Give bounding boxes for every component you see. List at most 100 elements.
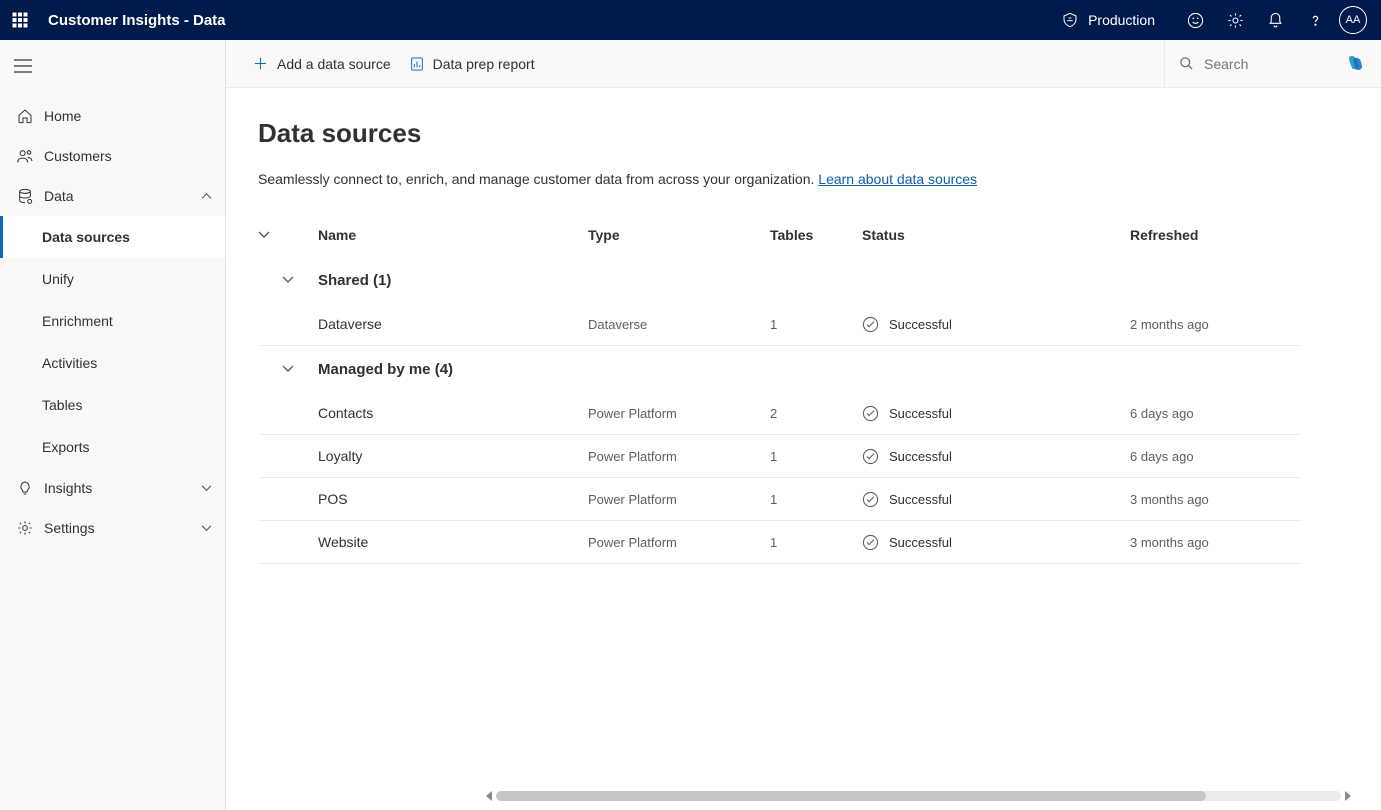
sidebar-sublabel: Enrichment	[42, 313, 113, 329]
column-type-header[interactable]: Type	[588, 227, 770, 243]
status-text: Successful	[889, 492, 952, 507]
add-data-source-button[interactable]: Add a data source	[252, 55, 391, 72]
sidebar-subitem-activities[interactable]: Activities	[0, 342, 225, 384]
row-refreshed: 6 days ago	[1130, 449, 1302, 464]
group-toggle[interactable]	[258, 365, 318, 373]
search-box[interactable]	[1165, 40, 1335, 87]
column-name-header[interactable]: Name	[318, 227, 588, 243]
page-subtitle: Seamlessly connect to, enrich, and manag…	[258, 171, 1381, 187]
sidebar-item-customers[interactable]: Customers	[0, 136, 225, 176]
gear-icon	[1227, 12, 1244, 29]
grid-row-pos[interactable]: POS Power Platform 1 Successful 3 months…	[258, 478, 1302, 521]
grid-row-loyalty[interactable]: Loyalty Power Platform 1 Successful 6 da…	[258, 435, 1302, 478]
add-data-source-label: Add a data source	[277, 56, 391, 72]
copilot-icon	[1344, 53, 1366, 75]
learn-more-link[interactable]: Learn about data sources	[818, 171, 977, 187]
hamburger-icon	[14, 59, 32, 73]
row-name: Loyalty	[318, 448, 588, 464]
row-status: Successful	[862, 316, 1130, 333]
group-toggle[interactable]	[258, 276, 318, 284]
grid-group-shared[interactable]: Shared (1)	[258, 257, 1302, 303]
status-text: Successful	[889, 406, 952, 421]
search-icon	[1179, 56, 1194, 71]
data-prep-report-label: Data prep report	[433, 56, 535, 72]
sidebar-subitem-unify[interactable]: Unify	[0, 258, 225, 300]
row-name: Contacts	[318, 405, 588, 421]
environment-label: Production	[1088, 12, 1155, 28]
user-avatar[interactable]: AA	[1339, 6, 1367, 34]
grid-row-website[interactable]: Website Power Platform 1 Successful 3 mo…	[258, 521, 1302, 564]
check-circle-icon	[862, 316, 879, 333]
check-circle-icon	[862, 405, 879, 422]
home-icon	[16, 108, 34, 124]
row-status: Successful	[862, 534, 1130, 551]
status-text: Successful	[889, 449, 952, 464]
row-status: Successful	[862, 405, 1130, 422]
help-button[interactable]	[1295, 0, 1335, 40]
group-label: Shared (1)	[318, 272, 1302, 289]
copilot-button[interactable]	[1335, 53, 1375, 75]
scroll-track	[496, 791, 1341, 801]
sidebar-item-home[interactable]: Home	[0, 96, 225, 136]
search-input[interactable]	[1202, 55, 1322, 73]
plus-icon	[252, 55, 269, 72]
sidebar-sublabel: Data sources	[42, 229, 130, 245]
row-status: Successful	[862, 448, 1130, 465]
sidebar-item-data[interactable]: Data	[0, 176, 225, 216]
sidebar-subitem-data-sources[interactable]: Data sources	[0, 216, 225, 258]
row-refreshed: 3 months ago	[1130, 492, 1302, 507]
settings-button[interactable]	[1215, 0, 1255, 40]
check-circle-icon	[862, 491, 879, 508]
environment-picker[interactable]: Production	[1042, 12, 1175, 28]
scroll-right-arrow-icon	[1345, 791, 1351, 801]
column-tables-header[interactable]: Tables	[770, 227, 862, 243]
sidebar-label: Data	[44, 188, 201, 204]
sidebar-item-settings[interactable]: Settings	[0, 508, 225, 548]
notifications-button[interactable]	[1255, 0, 1295, 40]
check-circle-icon	[862, 534, 879, 551]
app-launcher-button[interactable]	[0, 0, 40, 40]
command-bar: Add a data source Data prep report	[226, 40, 1381, 88]
sidebar-label: Home	[44, 108, 213, 124]
app-title: Customer Insights - Data	[48, 12, 226, 29]
environment-icon	[1062, 12, 1078, 28]
group-label: Managed by me (4)	[318, 361, 1302, 378]
row-name: POS	[318, 491, 588, 507]
grid-row-contacts[interactable]: Contacts Power Platform 2 Successful 6 d…	[258, 392, 1302, 435]
chevron-down-icon	[201, 485, 213, 492]
grid-row-dataverse[interactable]: Dataverse Dataverse 1 Successful 2 month…	[258, 303, 1302, 346]
sidebar-subitem-tables[interactable]: Tables	[0, 384, 225, 426]
sidebar-sublabel: Exports	[42, 439, 89, 455]
avatar-initials: AA	[1346, 14, 1361, 26]
horizontal-scrollbar[interactable]	[486, 788, 1351, 804]
sidebar-sublabel: Activities	[42, 355, 97, 371]
row-type: Power Platform	[588, 406, 770, 421]
chevron-down-icon	[282, 276, 294, 284]
main-content: Add a data source Data prep report	[226, 40, 1381, 810]
row-refreshed: 2 months ago	[1130, 317, 1302, 332]
data-sources-grid: Name Type Tables Status Refreshed Shared…	[258, 213, 1302, 564]
chevron-down-icon	[258, 231, 270, 239]
grid-header-row: Name Type Tables Status Refreshed	[258, 213, 1302, 257]
check-circle-icon	[862, 448, 879, 465]
row-name: Website	[318, 534, 588, 550]
data-prep-report-button[interactable]: Data prep report	[409, 56, 535, 72]
column-expand-header[interactable]	[258, 231, 318, 239]
row-tables: 2	[770, 406, 862, 421]
chevron-down-icon	[201, 525, 213, 532]
feedback-button[interactable]	[1175, 0, 1215, 40]
grid-group-managed-by-me[interactable]: Managed by me (4)	[258, 346, 1302, 392]
row-type: Power Platform	[588, 492, 770, 507]
sidebar-item-insights[interactable]: Insights	[0, 468, 225, 508]
app-topbar: Customer Insights - Data Production	[0, 0, 1381, 40]
row-refreshed: 6 days ago	[1130, 406, 1302, 421]
column-status-header[interactable]: Status	[862, 227, 1130, 243]
lightbulb-icon	[16, 480, 34, 496]
sidebar-toggle[interactable]	[14, 59, 34, 73]
row-type: Dataverse	[588, 317, 770, 332]
column-refreshed-header[interactable]: Refreshed	[1130, 227, 1302, 243]
row-refreshed: 3 months ago	[1130, 535, 1302, 550]
scroll-thumb[interactable]	[496, 791, 1206, 801]
sidebar-subitem-exports[interactable]: Exports	[0, 426, 225, 468]
sidebar-subitem-enrichment[interactable]: Enrichment	[0, 300, 225, 342]
